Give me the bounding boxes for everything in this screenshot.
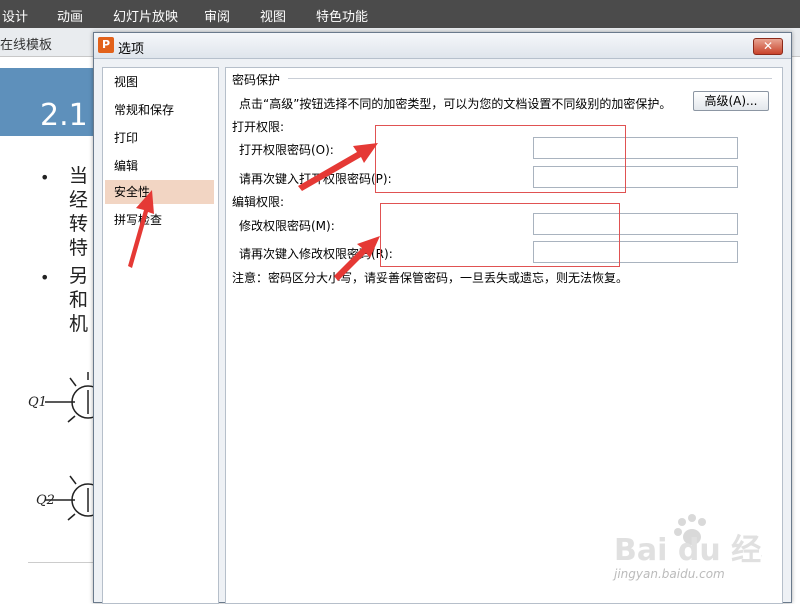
arrow-edit-permission-icon bbox=[334, 236, 380, 281]
watermark-url: jingyan.baidu.com bbox=[614, 567, 725, 581]
watermark-logo-text: Bai du 经验 bbox=[614, 533, 762, 568]
arrow-security-icon bbox=[128, 190, 154, 268]
baidu-jingyan-watermark: Bai du 经验 bbox=[614, 514, 762, 568]
arrow-open-permission-icon bbox=[298, 143, 378, 191]
